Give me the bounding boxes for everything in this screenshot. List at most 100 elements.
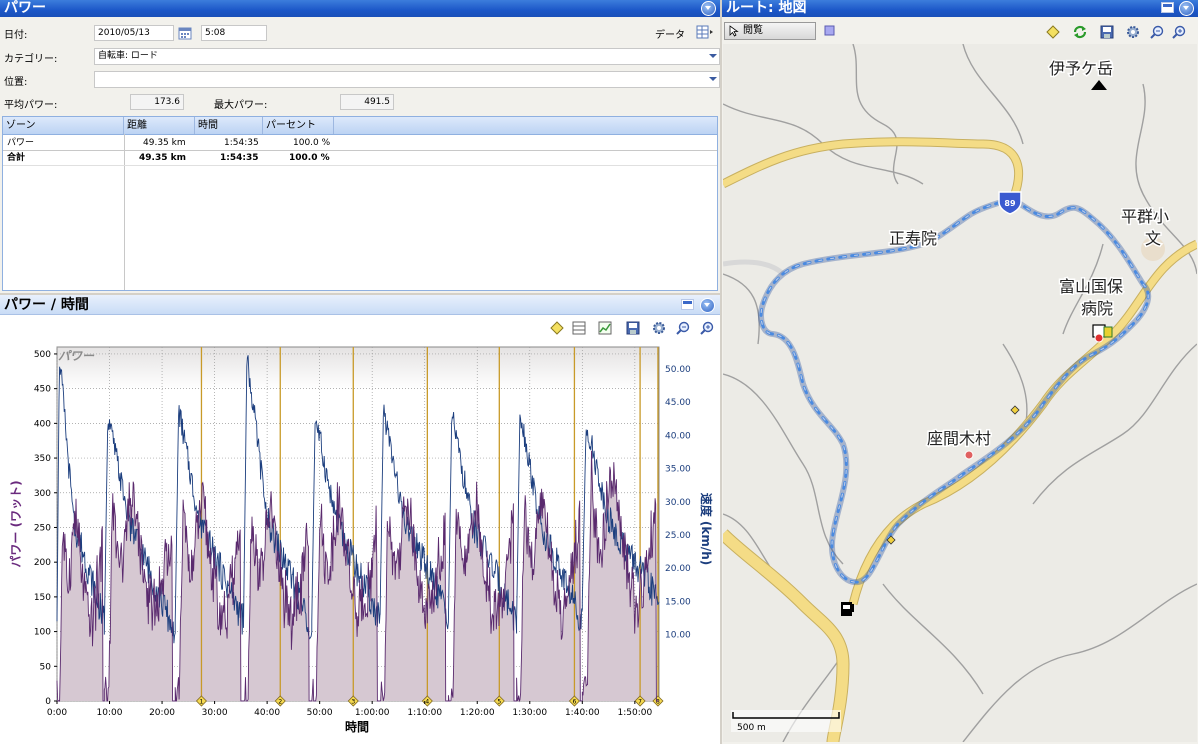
map-scale-bar: 500 m xyxy=(731,710,841,733)
lap-number: 3 xyxy=(351,699,355,706)
settings-icon[interactable] xyxy=(652,321,666,335)
data-label: データ xyxy=(655,30,685,41)
category-label: カテゴリー: xyxy=(4,54,58,65)
x-tick-label: 1:00:00 xyxy=(355,708,390,718)
save-icon[interactable] xyxy=(626,321,640,335)
settings-icon[interactable] xyxy=(1126,25,1140,39)
max-power-value: 491.5 xyxy=(340,94,394,110)
y-left-tick-label: 150 xyxy=(34,593,51,603)
route-shield-number: 89 xyxy=(1004,199,1016,208)
collapse-icon[interactable] xyxy=(700,298,715,313)
chevron-down-icon[interactable] xyxy=(705,72,719,86)
location-select[interactable] xyxy=(94,71,720,88)
lap-number: 2 xyxy=(278,699,282,706)
grid-view-icon[interactable] xyxy=(572,321,586,335)
y-left-tick-label: 0 xyxy=(45,697,51,707)
cursor-icon xyxy=(729,25,739,43)
chevron-down-icon[interactable] xyxy=(705,49,719,63)
y-left-tick-label: 400 xyxy=(34,419,51,429)
y-left-axis-title: パワー (ワット) xyxy=(9,480,23,567)
y-right-tick-label: 20.00 xyxy=(665,564,691,574)
map-label-temple: 正寿院 xyxy=(889,229,937,248)
collapse-icon[interactable] xyxy=(701,1,716,16)
category-select[interactable]: 自転車: ロード xyxy=(94,48,720,65)
row-time: 1:54:35 xyxy=(224,138,259,148)
lap-marker-icon[interactable] xyxy=(1046,25,1060,39)
total-time: 1:54:35 xyxy=(220,153,259,163)
map-label-hospital-1: 富山国保 xyxy=(1059,277,1123,296)
map-label-school-symbol: 文 xyxy=(1145,229,1161,248)
x-tick-label: 40:00 xyxy=(254,708,280,718)
chart-legend-label: パワー xyxy=(58,349,95,363)
date-field[interactable]: 2010/05/13 xyxy=(94,25,174,41)
lap-number: 6 xyxy=(573,699,577,706)
map-label-iyogatake: 伊予ケ岳 xyxy=(1049,59,1113,78)
date-label: 日付: xyxy=(4,30,28,41)
route-panel-title: ルート: 地図 xyxy=(726,0,807,16)
total-zone: 合計 xyxy=(7,153,26,163)
y-left-tick-label: 250 xyxy=(34,523,51,533)
chart-panel-header: パワー / 時間 xyxy=(0,295,720,315)
zoom-in-icon[interactable] xyxy=(700,321,714,335)
column-header-zone[interactable]: ゾーン xyxy=(3,117,124,134)
y-right-tick-label: 50.00 xyxy=(665,365,691,375)
y-left-tick-label: 350 xyxy=(34,454,51,464)
village-marker-icon xyxy=(964,450,974,460)
lap-number: 5 xyxy=(497,699,501,706)
route-map[interactable]: 89 伊予ケ岳 平群小 文 正寿院 富山国保 病院 座間木村 500 m xyxy=(723,44,1197,742)
map-scale-label: 500 m xyxy=(737,723,766,733)
map-label-village: 座間木村 xyxy=(927,429,991,448)
x-tick-label: 20:00 xyxy=(149,708,175,718)
minimize-icon[interactable] xyxy=(1161,2,1174,13)
route-track xyxy=(758,196,1152,586)
route-shield-icon: 89 xyxy=(998,191,1022,215)
time-field[interactable]: 5:08 xyxy=(201,25,267,41)
column-header-time[interactable]: 時間 xyxy=(195,117,263,134)
zoom-out-icon[interactable] xyxy=(1150,25,1164,39)
max-power-label: 最大パワー: xyxy=(214,100,268,111)
chart-view-icon[interactable] xyxy=(598,321,612,335)
column-header-percent[interactable]: パーセント xyxy=(263,117,334,134)
avg-power-value: 173.6 xyxy=(130,94,184,110)
y-right-tick-label: 45.00 xyxy=(665,398,691,408)
map-streams xyxy=(723,44,1197,742)
power-time-chart[interactable]: 12345678 050100150200250300350400450500 … xyxy=(0,339,720,739)
lap-marker-icon[interactable] xyxy=(550,321,564,335)
x-tick-label: 50:00 xyxy=(307,708,333,718)
avg-power-label: 平均パワー: xyxy=(4,100,58,111)
y-right-axis: 10.00 15.00 20.00 25.00 30.00 35.00 40.00 45.00… xyxy=(665,365,691,641)
y-left-tick-label: 200 xyxy=(34,558,51,568)
x-tick-label: 1:40:00 xyxy=(565,708,600,718)
total-percent: 100.0 % xyxy=(289,153,330,163)
row-percent: 100.0 % xyxy=(293,138,331,148)
y-left-axis: 0 50 100 150 200 250 300 350 400 450 500 xyxy=(34,350,57,707)
browse-button[interactable]: 閲覧 xyxy=(724,22,816,40)
zoom-in-icon[interactable] xyxy=(1172,25,1186,39)
browse-button-label: 閲覧 xyxy=(743,25,763,36)
refresh-icon[interactable] xyxy=(1072,24,1087,39)
data-table-icon[interactable] xyxy=(696,25,713,39)
x-tick-label: 10:00 xyxy=(97,708,123,718)
collapse-icon[interactable] xyxy=(1179,1,1194,16)
zone-table-header: ゾーン 距離 時間 パーセント xyxy=(3,117,717,135)
map-label-school: 平群小 xyxy=(1121,207,1169,226)
location-label: 位置: xyxy=(4,77,28,88)
table-total-row[interactable]: 合計 49.35 km 1:54:35 100.0 % xyxy=(3,152,717,166)
zoom-out-icon[interactable] xyxy=(676,321,690,335)
table-row[interactable]: パワー 49.35 km 1:54:35 100.0 % xyxy=(3,137,717,151)
gas-station-icon xyxy=(841,602,854,616)
x-tick-label: 1:30:00 xyxy=(512,708,547,718)
chart-panel-title: パワー / 時間 xyxy=(4,297,89,313)
calendar-icon[interactable] xyxy=(178,26,192,40)
column-header-distance[interactable]: 距離 xyxy=(124,117,195,134)
category-value: 自転車: ロード xyxy=(98,51,158,61)
minimize-icon[interactable] xyxy=(681,299,694,310)
x-tick-label: 30:00 xyxy=(202,708,228,718)
row-distance: 49.35 km xyxy=(143,138,186,148)
map-lap-markers xyxy=(886,405,1020,545)
lap-number: 4 xyxy=(425,699,429,706)
color-swatch-icon[interactable] xyxy=(824,25,838,39)
save-icon[interactable] xyxy=(1100,25,1114,39)
y-left-tick-label: 450 xyxy=(34,385,51,395)
lap-number: 1 xyxy=(200,699,204,706)
